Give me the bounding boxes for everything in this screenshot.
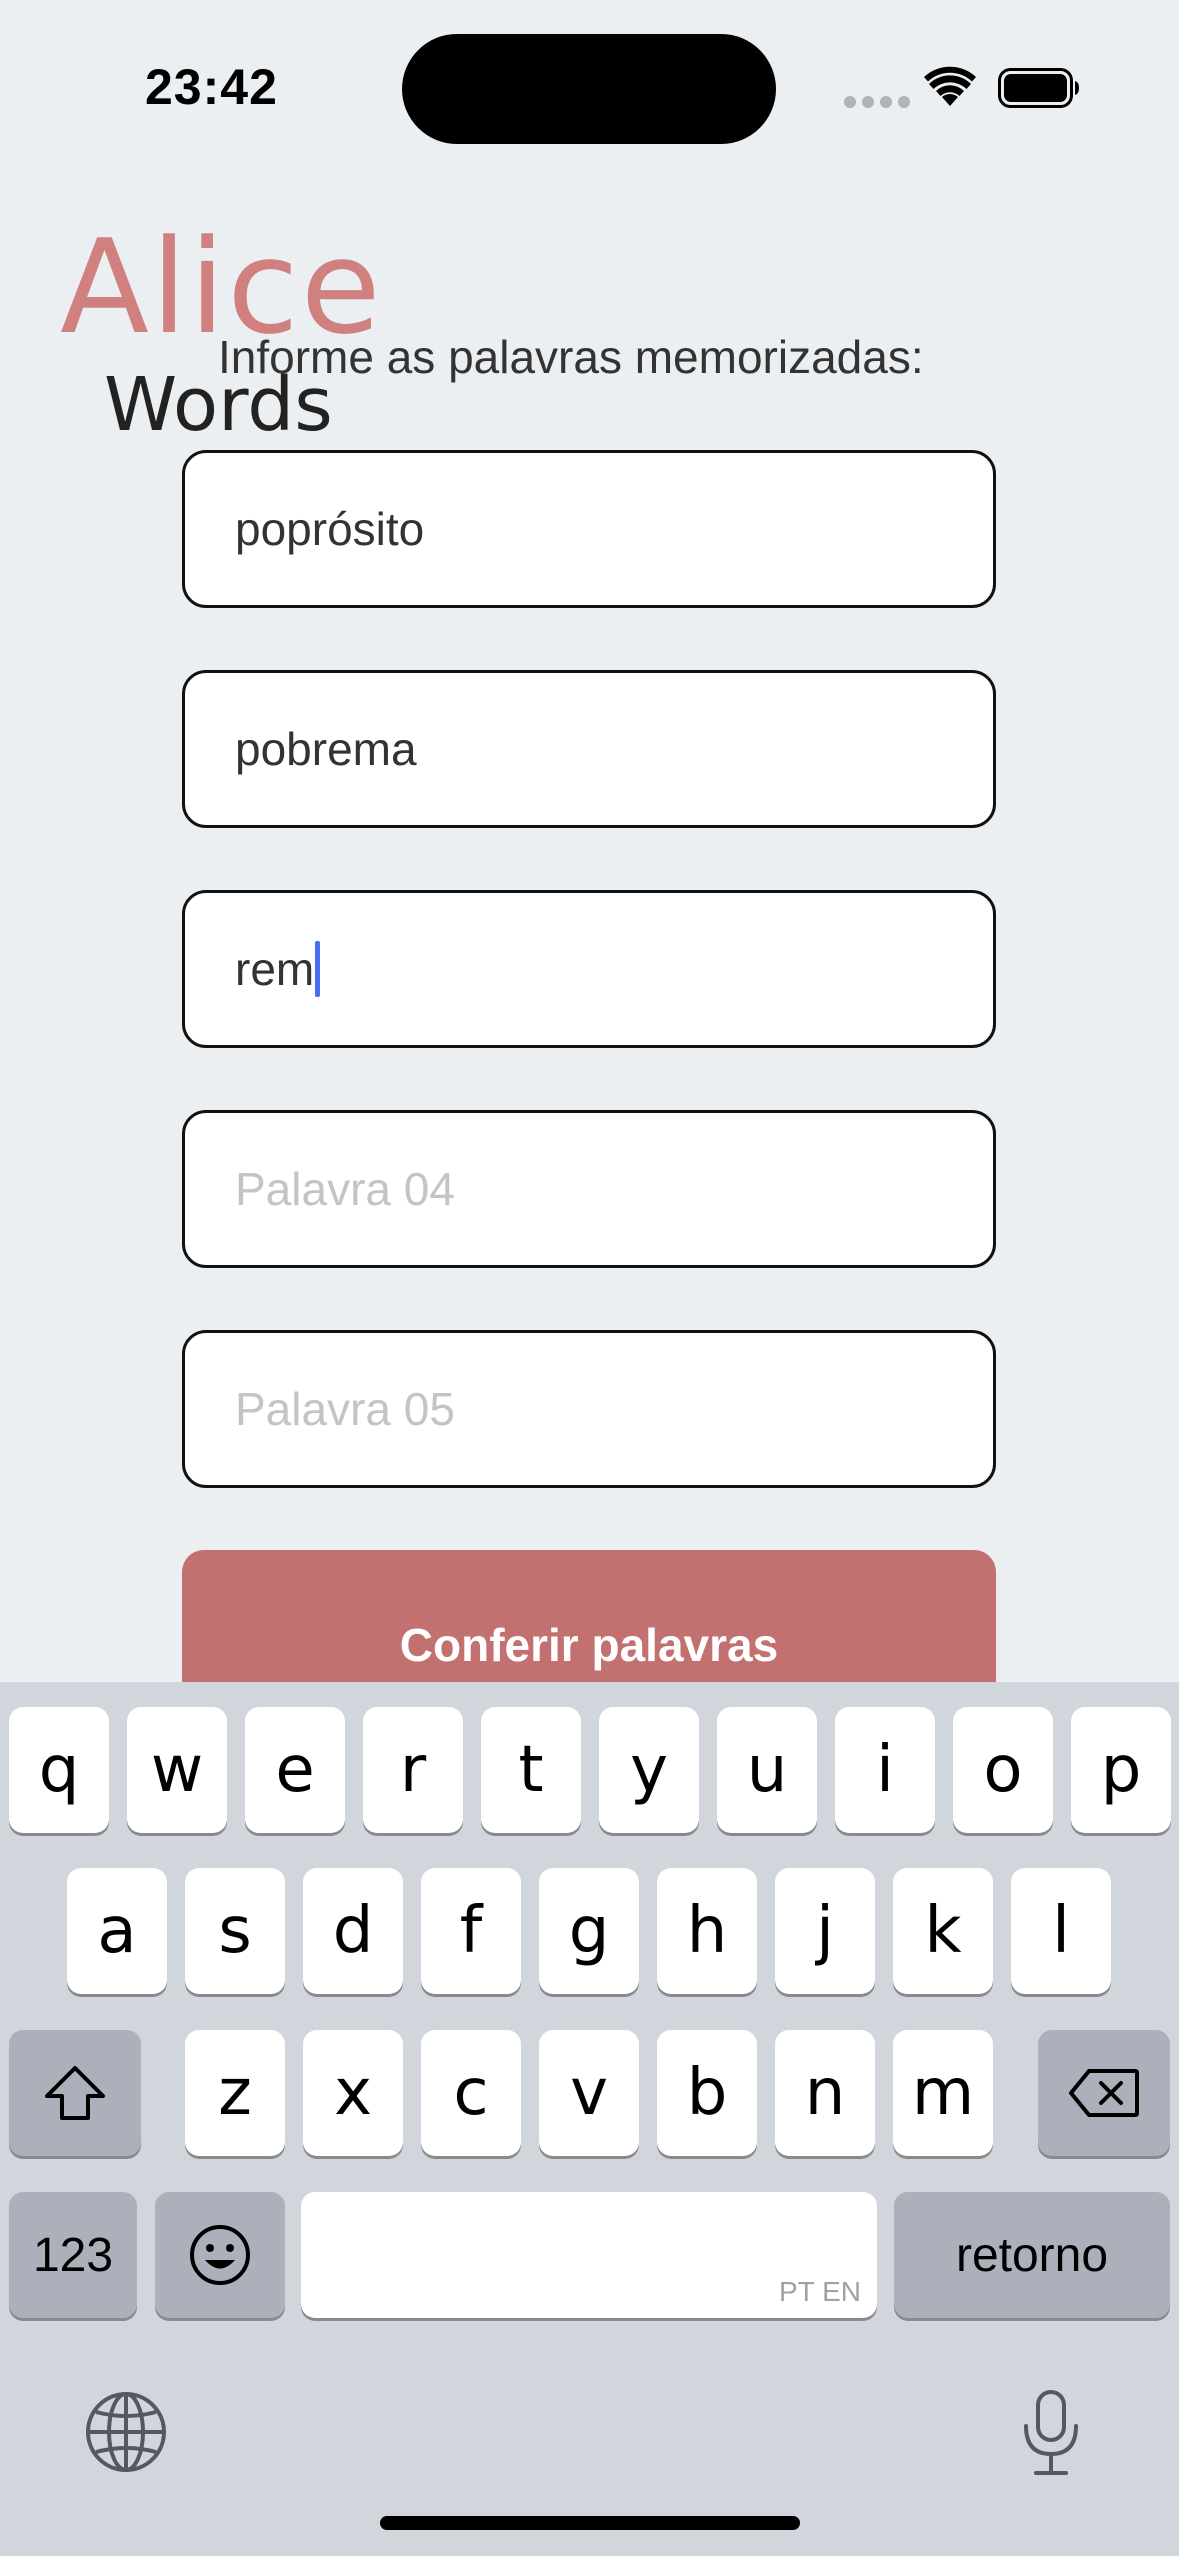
key-z[interactable]: z	[185, 2030, 285, 2156]
shift-key[interactable]	[9, 2030, 141, 2156]
key-y[interactable]: y	[599, 1707, 699, 1833]
key-r[interactable]: r	[363, 1707, 463, 1833]
key-d[interactable]: d	[303, 1868, 403, 1994]
word-field-3[interactable]: rem	[182, 890, 996, 1048]
wifi-icon	[924, 66, 976, 106]
battery-icon	[998, 68, 1079, 108]
space-key[interactable]: PT EN	[301, 2192, 877, 2318]
key-k[interactable]: k	[893, 1868, 993, 1994]
numbers-key[interactable]: 123	[9, 2192, 137, 2318]
key-g[interactable]: g	[539, 1868, 639, 1994]
language-hint: PT EN	[779, 2276, 861, 2307]
emoji-icon	[190, 2225, 250, 2285]
word-field-value: rem	[235, 943, 315, 995]
text-cursor	[315, 941, 321, 997]
word-field-value: pobrema	[235, 723, 417, 775]
key-b[interactable]: b	[657, 2030, 757, 2156]
key-n[interactable]: n	[775, 2030, 875, 2156]
word-field-2[interactable]: pobrema	[182, 670, 996, 828]
status-time: 23:42	[145, 59, 278, 115]
key-t[interactable]: t	[481, 1707, 581, 1833]
key-s[interactable]: s	[185, 1868, 285, 1994]
key-h[interactable]: h	[657, 1868, 757, 1994]
key-c[interactable]: c	[421, 2030, 521, 2156]
word-field-value: poprósito	[235, 503, 425, 555]
instructions-label: Informe as palavras memorizadas:	[218, 331, 924, 383]
key-o[interactable]: o	[953, 1707, 1053, 1833]
word-field-placeholder: Palavra 05	[235, 1383, 455, 1435]
key-m[interactable]: m	[893, 2030, 993, 2156]
key-f[interactable]: f	[421, 1868, 521, 1994]
word-field-5[interactable]: Palavra 05	[182, 1330, 996, 1488]
home-indicator	[380, 2516, 800, 2530]
backspace-key[interactable]	[1038, 2030, 1170, 2156]
shift-icon	[45, 2066, 105, 2120]
key-p[interactable]: p	[1071, 1707, 1171, 1833]
word-field-1[interactable]: poprósito	[182, 450, 996, 608]
key-l[interactable]: l	[1011, 1868, 1111, 1994]
key-x[interactable]: x	[303, 2030, 403, 2156]
keyboard: q w e r t y u i o p a s d f g h j k l z …	[0, 1682, 1179, 2556]
key-j[interactable]: j	[775, 1868, 875, 1994]
key-a[interactable]: a	[67, 1868, 167, 1994]
return-key[interactable]: retorno	[894, 2192, 1170, 2318]
word-field-4[interactable]: Palavra 04	[182, 1110, 996, 1268]
key-v[interactable]: v	[539, 2030, 639, 2156]
cellular-signal-icon	[844, 96, 910, 108]
key-w[interactable]: w	[127, 1707, 227, 1833]
backspace-icon	[1069, 2069, 1139, 2117]
emoji-key[interactable]	[155, 2192, 285, 2318]
dynamic-island	[402, 34, 776, 144]
key-q[interactable]: q	[9, 1707, 109, 1833]
key-u[interactable]: u	[717, 1707, 817, 1833]
word-field-placeholder: Palavra 04	[235, 1163, 455, 1215]
microphone-icon[interactable]	[1018, 2388, 1084, 2478]
globe-icon[interactable]	[84, 2390, 168, 2474]
key-e[interactable]: e	[245, 1707, 345, 1833]
key-i[interactable]: i	[835, 1707, 935, 1833]
